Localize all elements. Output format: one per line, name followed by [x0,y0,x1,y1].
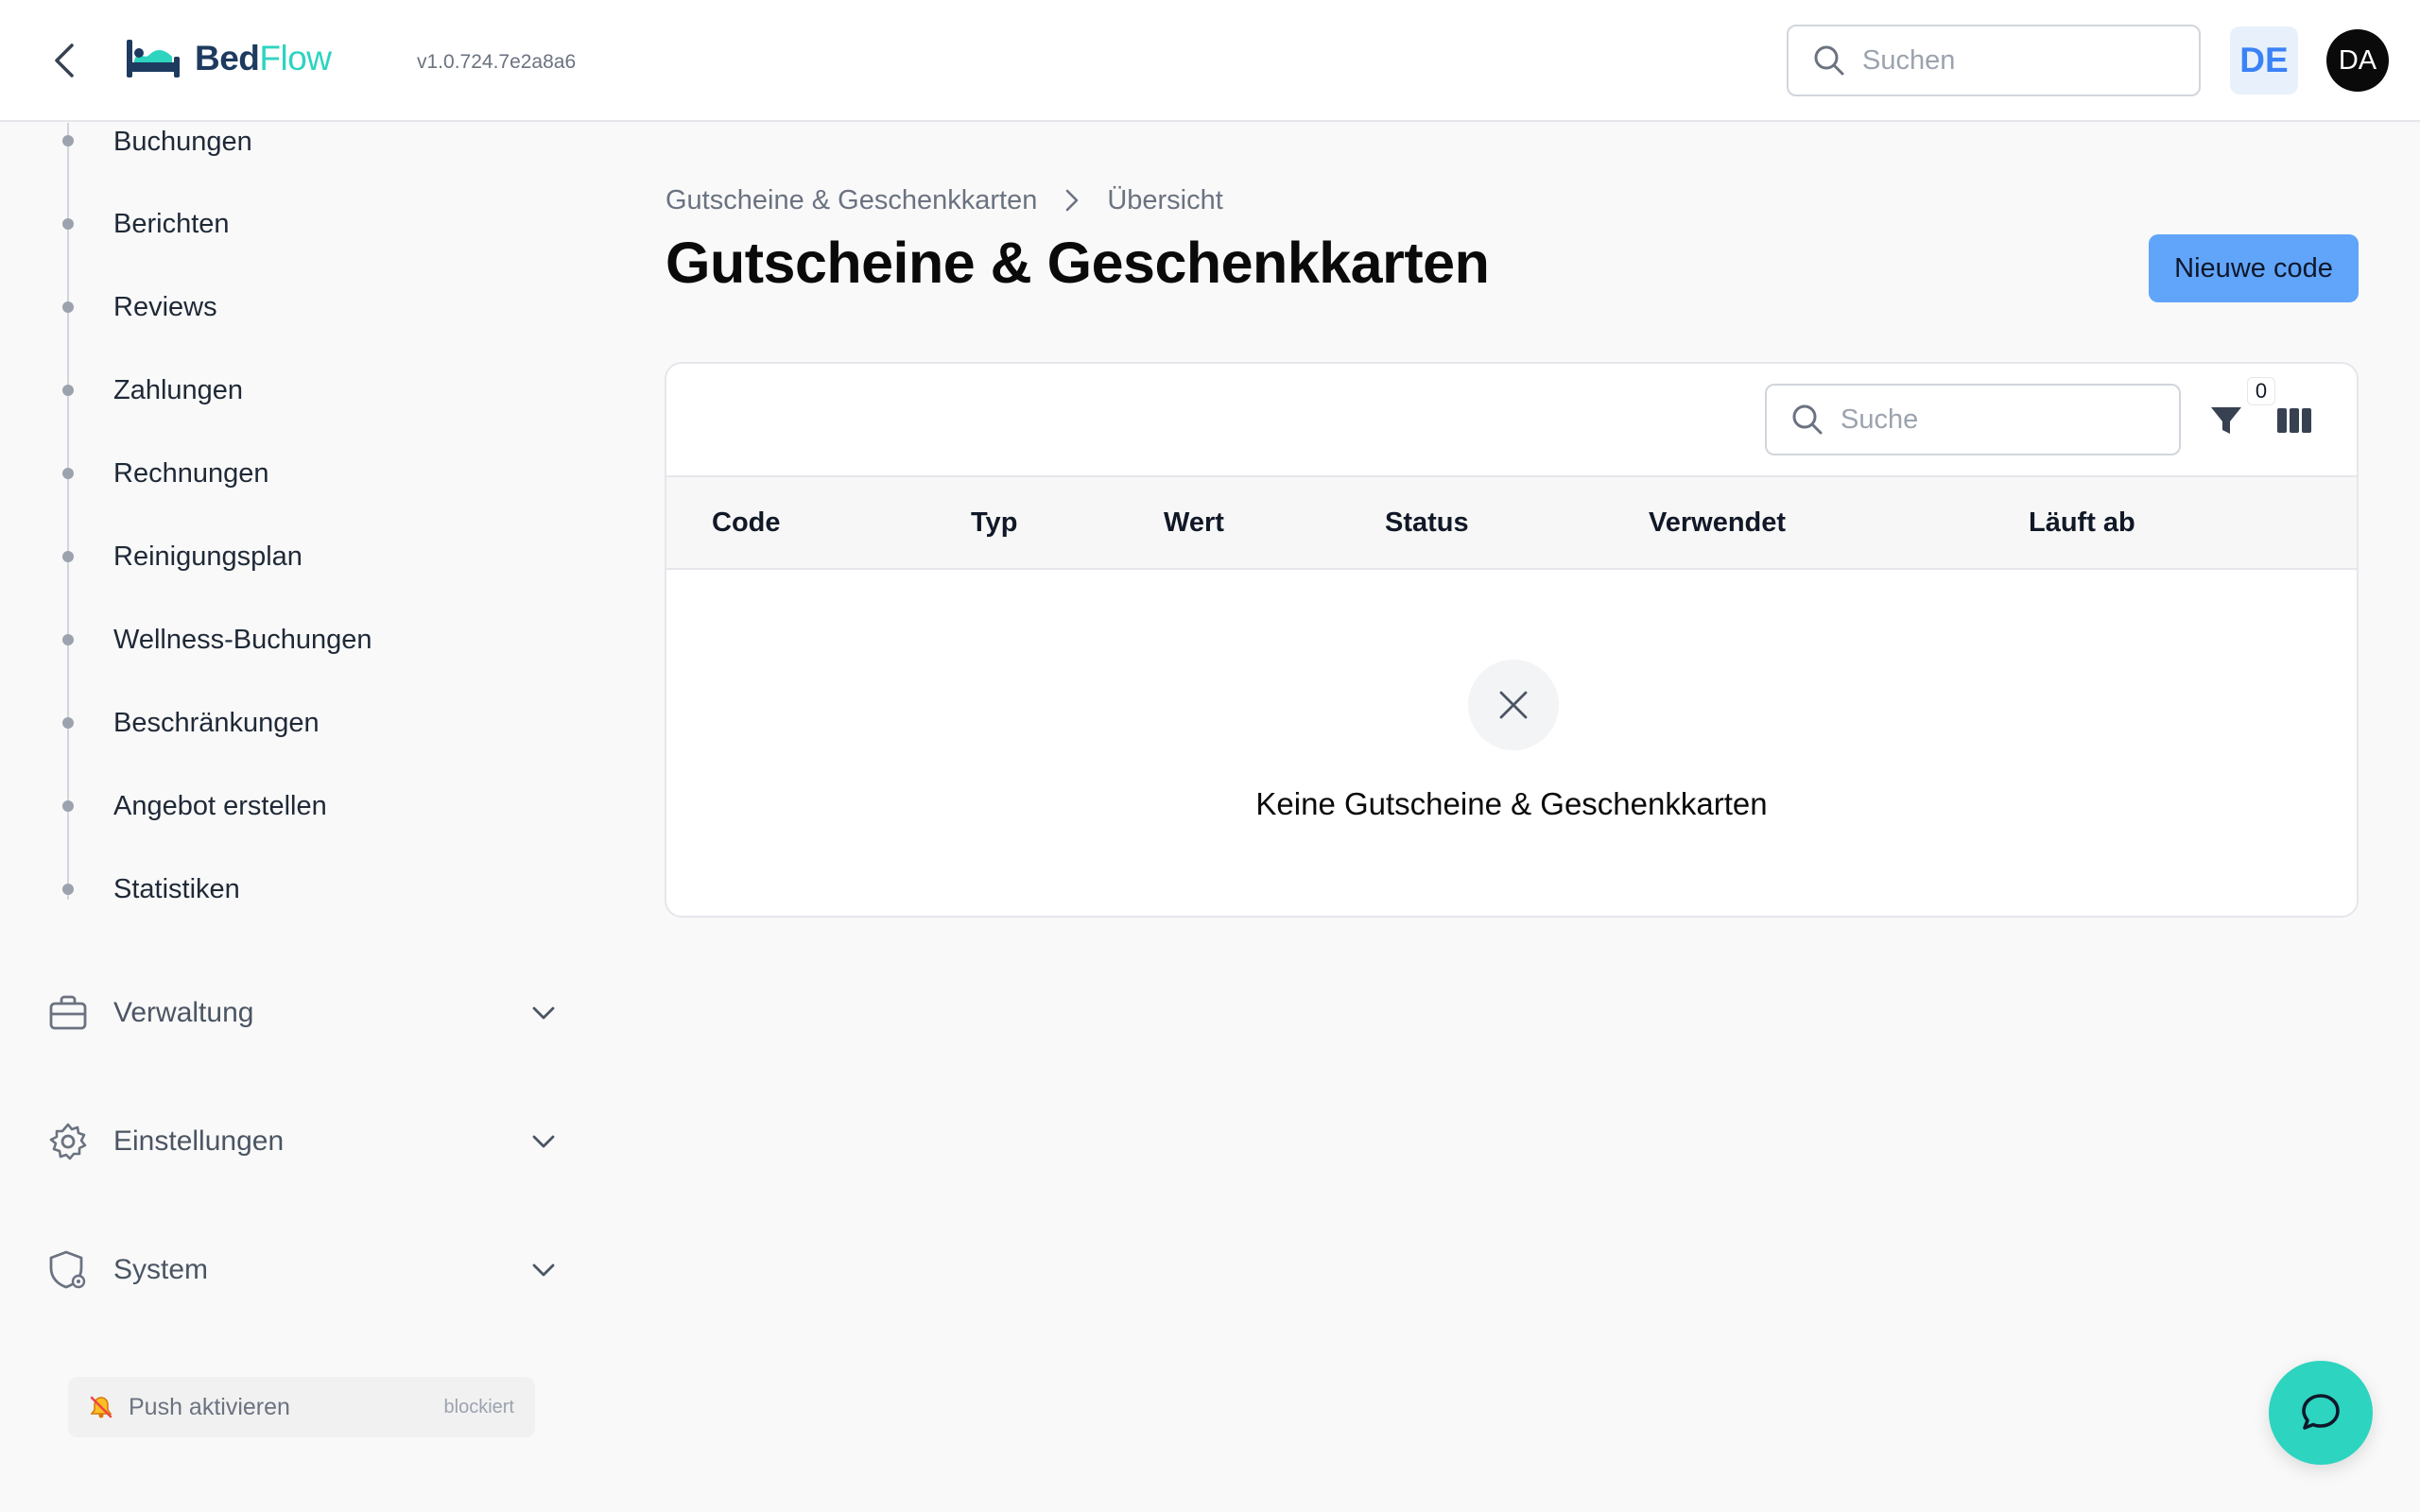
shield-gear-icon [47,1249,89,1291]
tree-line [67,123,69,900]
tree-dot [62,301,74,313]
empty-state-icon [1468,660,1559,750]
search-icon [1792,404,1823,435]
sidebar-item-reviews[interactable]: Reviews [113,279,217,335]
logo-text-bed: Bed [195,39,260,77]
push-status: blockiert [443,1396,514,1418]
logo-text-flow: Flow [259,39,332,77]
sidebar-section-verwaltung[interactable]: Verwaltung [47,979,558,1047]
tree-dot [62,717,74,729]
top-bar: BedFlow v1.0.724.7e2a8a6 DE DA [0,0,2420,122]
tree-dot [62,135,74,146]
sidebar-item-beschraenkungen[interactable]: Beschränkungen [113,695,320,751]
vouchers-table-card: 0 Code Typ Wert Status Verwendet Läuft a… [665,362,2359,918]
tree-dot [62,634,74,645]
sidebar: Buchungen Berichten Reviews Zahlungen Re… [0,123,605,1512]
version-label: v1.0.724.7e2a8a6 [417,51,577,73]
chevron-left-icon [55,43,74,77]
chat-bubble-icon [2302,1394,2340,1430]
push-notification-toggle[interactable]: Push aktivieren blockiert [68,1377,535,1437]
sidebar-section-system[interactable]: System [47,1236,558,1304]
sidebar-item-berichten[interactable]: Berichten [113,196,230,252]
section-label: Einstellungen [113,1125,285,1157]
sidebar-item-wellness-buchungen[interactable]: Wellness-Buchungen [113,611,372,668]
push-label: Push aktivieren [129,1393,290,1420]
back-button[interactable] [43,36,85,85]
empty-state-message: Keine Gutscheine & Geschenkkarten [1255,786,1768,821]
sidebar-item-angebot-erstellen[interactable]: Angebot erstellen [113,778,327,834]
column-header-status[interactable]: Status [1385,477,1469,568]
column-header-typ[interactable]: Typ [971,477,1017,568]
breadcrumb-item-vouchers[interactable]: Gutscheine & Geschenkkarten [666,185,1037,216]
filter-icon [2211,407,2241,434]
sidebar-item-rechnungen[interactable]: Rechnungen [113,445,268,502]
column-header-wert[interactable]: Wert [1164,477,1224,568]
gear-icon [47,1121,89,1162]
language-switcher[interactable]: DE [2230,26,2298,94]
search-icon [1814,45,1844,76]
column-header-laeuft-ab[interactable]: Läuft ab [2029,477,2135,568]
chevron-down-icon [529,1127,558,1156]
sidebar-section-einstellungen[interactable]: Einstellungen [47,1108,558,1176]
tree-dot [62,800,74,812]
briefcase-icon [47,992,89,1034]
new-code-button[interactable]: Nieuwe code [2149,234,2359,302]
table-search-input[interactable] [1841,404,2124,436]
sidebar-item-statistiken[interactable]: Statistiken [113,861,240,918]
tree-dot [62,218,74,230]
chat-button[interactable] [2269,1361,2373,1465]
user-avatar[interactable]: DA [2326,29,2389,92]
breadcrumb-item-overview: Übersicht [1107,184,1223,215]
chevron-down-icon [529,999,558,1027]
brand-logo[interactable]: BedFlow [125,34,332,83]
global-search-input[interactable] [1862,44,2146,77]
section-label: Verwaltung [113,997,254,1028]
close-icon [1499,691,1528,719]
chevron-right-icon [1065,189,1079,212]
page-title: Gutscheine & Geschenkkarten [666,231,1490,295]
bed-logo-icon [127,40,180,77]
bell-off-icon [90,1396,112,1418]
column-header-verwendet[interactable]: Verwendet [1649,477,1786,568]
section-label: System [113,1254,209,1285]
column-header-code[interactable]: Code [712,477,781,568]
sidebar-item-zahlungen[interactable]: Zahlungen [113,362,243,419]
sidebar-item-buchungen[interactable]: Buchungen [113,113,252,170]
table-search[interactable] [1765,384,2181,455]
tree-dot [62,468,74,479]
breadcrumb: Gutscheine & Geschenkkarten Übersicht [666,181,1223,219]
columns-button[interactable] [2273,400,2315,441]
sidebar-item-reinigungsplan[interactable]: Reinigungsplan [113,528,302,585]
chevron-down-icon [529,1256,558,1284]
tree-dot [62,884,74,895]
table-header: Code Typ Wert Status Verwendet Läuft ab [666,475,2357,570]
tree-dot [62,551,74,562]
tree-dot [62,385,74,396]
filter-button[interactable] [2205,400,2247,441]
filter-count-badge: 0 [2247,377,2275,405]
table-toolbar: 0 [666,364,2357,475]
global-search[interactable] [1787,25,2201,96]
columns-icon [2277,408,2311,433]
